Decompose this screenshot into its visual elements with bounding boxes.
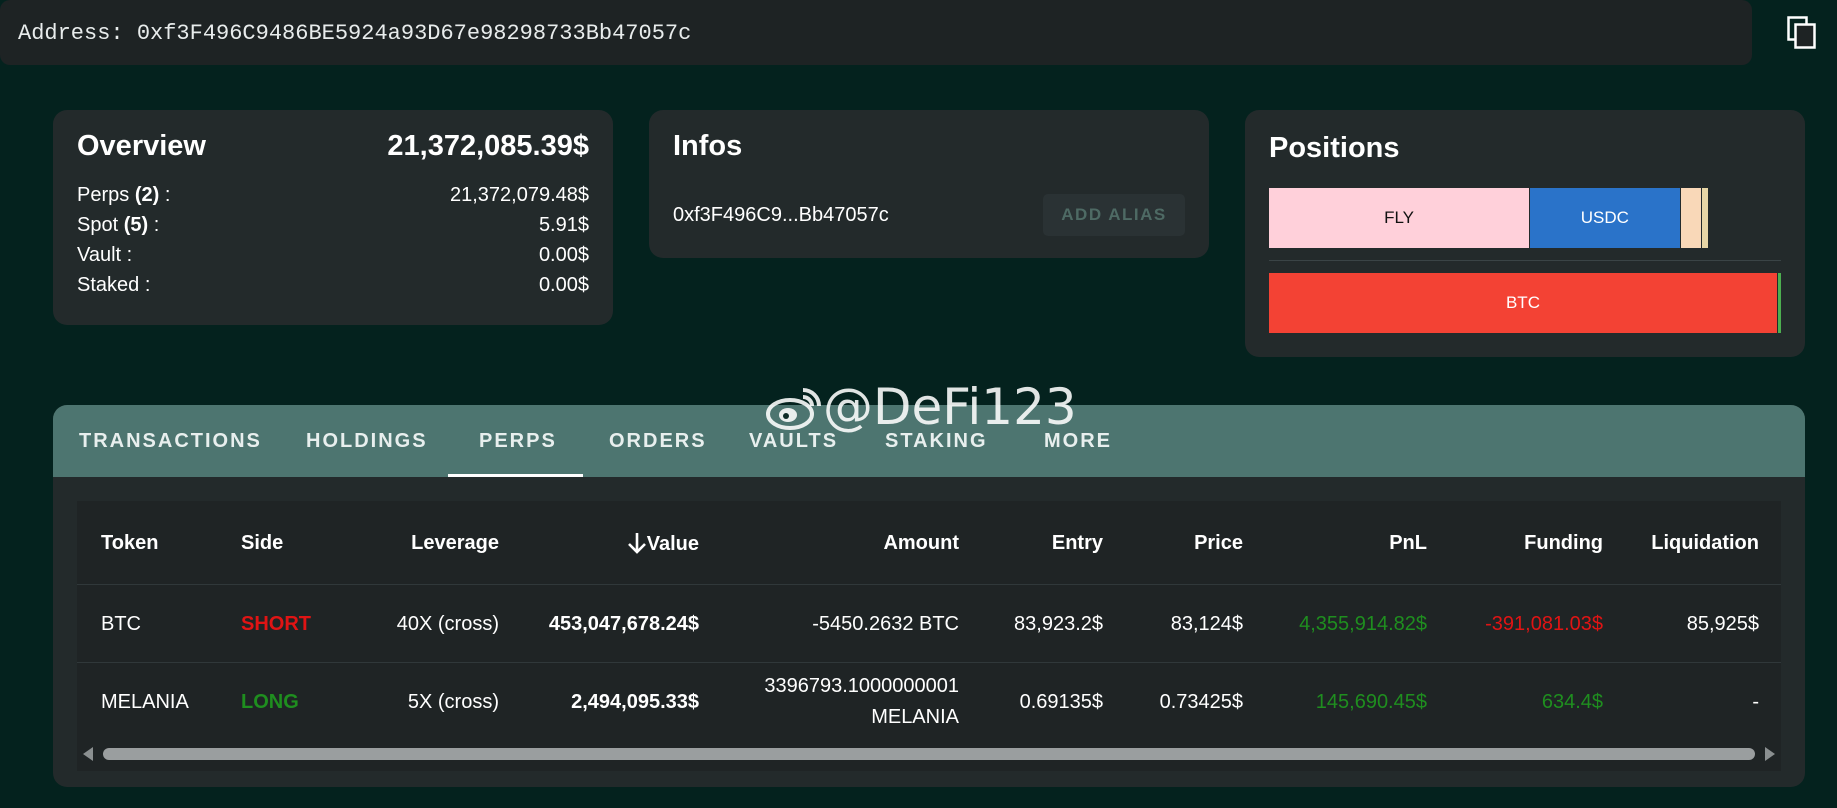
- spot-position-segment-fly[interactable]: FLY: [1269, 188, 1530, 248]
- scroll-right-arrow-icon[interactable]: [1765, 747, 1775, 761]
- overview-total: 21,372,085.39$: [387, 130, 589, 162]
- cell-value: 453,047,678.24$: [548, 613, 699, 635]
- address-text: Address: 0xf3F496C9486BE5924a93D67e98298…: [18, 21, 692, 46]
- copy-icon[interactable]: [1787, 16, 1817, 50]
- column-header-value[interactable]: Value: [627, 532, 699, 556]
- infos-card: Infos 0xf3F496C9...Bb47057c ADD ALIAS: [649, 110, 1209, 258]
- column-header-leverage[interactable]: Leverage: [411, 532, 499, 555]
- overview-card: Overview 21,372,085.39$ Perps (2) : 21,3…: [53, 110, 613, 325]
- spot-positions-bar: FLY USDC: [1269, 188, 1781, 248]
- cell-funding: -391,081.03$: [1485, 613, 1603, 635]
- short-address: 0xf3F496C9...Bb47057c: [673, 204, 889, 226]
- overview-row-spot: Spot (5) : 5.91$: [77, 214, 589, 242]
- tabs-panel: TRANSACTIONS HOLDINGS PERPS ORDERS VAULT…: [53, 405, 1805, 787]
- overview-row-label: Vault :: [77, 244, 133, 266]
- cell-pnl: 4,355,914.82$: [1299, 613, 1427, 635]
- cell-entry: 0.69135$: [1019, 691, 1103, 713]
- overview-row-value: 21,372,079.48$: [449, 184, 589, 206]
- spot-position-segment-usdc[interactable]: USDC: [1529, 188, 1680, 248]
- positions-divider: [1269, 260, 1781, 261]
- overview-row-label: Staked :: [77, 274, 151, 296]
- column-header-entry[interactable]: Entry: [1052, 532, 1103, 555]
- cell-funding: 634.4$: [1541, 691, 1603, 713]
- overview-row-count: (2): [134, 184, 160, 206]
- cell-token: MELANIA: [101, 691, 189, 713]
- cell-amount: -5450.2632 BTC: [812, 613, 959, 635]
- overview-row-vault: Vault : 0.00$: [77, 244, 589, 272]
- address-bar: Address: 0xf3F496C9486BE5924a93D67e98298…: [0, 0, 1816, 65]
- cell-side: LONG: [241, 691, 299, 713]
- positions-title: Positions: [1269, 132, 1400, 164]
- column-header-amount[interactable]: Amount: [883, 532, 959, 555]
- perp-position-segment[interactable]: [1776, 273, 1781, 333]
- tab-transactions[interactable]: TRANSACTIONS: [79, 405, 262, 477]
- overview-row-staked: Staked : 0.00$: [77, 274, 589, 302]
- cell-leverage: 5X (cross): [407, 691, 499, 713]
- horizontal-scrollbar[interactable]: [77, 741, 1781, 765]
- active-tab-indicator: [448, 474, 583, 477]
- cell-liquidation: -: [1752, 691, 1759, 713]
- cell-value: 2,494,095.33$: [571, 691, 699, 713]
- cell-pnl: 145,690.45$: [1315, 691, 1427, 713]
- scroll-left-arrow-icon[interactable]: [83, 747, 93, 761]
- overview-row-label: Spot: [77, 214, 119, 236]
- weibo-logo-icon: [766, 388, 821, 430]
- watermark: @DeFi123: [765, 378, 1077, 436]
- column-header-value-label: Value: [646, 533, 699, 555]
- column-header-pnl[interactable]: PnL: [1389, 532, 1427, 555]
- tab-perps[interactable]: PERPS: [479, 405, 557, 477]
- perp-positions-bar: BTC: [1269, 273, 1781, 333]
- overview-row-suffix: :: [159, 184, 171, 206]
- row-divider: [77, 662, 1781, 663]
- cell-price: 83,124$: [1170, 613, 1243, 635]
- cell-side: SHORT: [241, 613, 311, 635]
- add-alias-button[interactable]: ADD ALIAS: [1043, 194, 1185, 236]
- overview-row-value: 5.91$: [538, 214, 589, 236]
- sort-down-arrow-icon: [627, 533, 646, 554]
- column-header-price[interactable]: Price: [1194, 532, 1243, 555]
- tab-holdings[interactable]: HOLDINGS: [306, 405, 428, 477]
- cell-amount-line1: 3396793.1000000001: [764, 675, 959, 697]
- column-header-liquidation[interactable]: Liquidation: [1651, 532, 1759, 555]
- perps-table: Token Side Leverage Value Amount Entry P…: [77, 501, 1781, 771]
- tab-orders[interactable]: ORDERS: [609, 405, 707, 477]
- watermark-text: @DeFi123: [823, 378, 1077, 436]
- cell-leverage: 40X (cross): [396, 613, 499, 635]
- overview-row-label: Perps: [77, 184, 130, 206]
- scrollbar-thumb[interactable]: [103, 748, 1755, 760]
- overview-title: Overview: [77, 130, 206, 162]
- overview-row-count: (5): [123, 214, 149, 236]
- positions-card: Positions FLY USDC BTC: [1245, 110, 1805, 357]
- overview-row-value: 0.00$: [538, 274, 589, 296]
- overview-row-perps: Perps (2) : 21,372,079.48$: [77, 184, 589, 212]
- column-header-funding[interactable]: Funding: [1524, 532, 1603, 555]
- row-divider: [77, 584, 1781, 585]
- cell-amount-line2: MELANIA: [871, 706, 959, 728]
- overview-row-suffix: :: [148, 214, 160, 236]
- cell-liquidation: 85,925$: [1686, 613, 1759, 635]
- column-header-side[interactable]: Side: [241, 532, 283, 555]
- spot-position-segment[interactable]: [1679, 188, 1702, 248]
- spot-position-segment[interactable]: [1701, 188, 1709, 248]
- column-header-token[interactable]: Token: [101, 532, 158, 555]
- perp-position-segment-btc[interactable]: BTC: [1269, 273, 1777, 333]
- cell-token: BTC: [101, 613, 141, 635]
- overview-row-value: 0.00$: [538, 244, 589, 266]
- infos-title: Infos: [673, 130, 743, 162]
- cell-price: 0.73425$: [1159, 691, 1243, 713]
- cell-entry: 83,923.2$: [1014, 613, 1103, 635]
